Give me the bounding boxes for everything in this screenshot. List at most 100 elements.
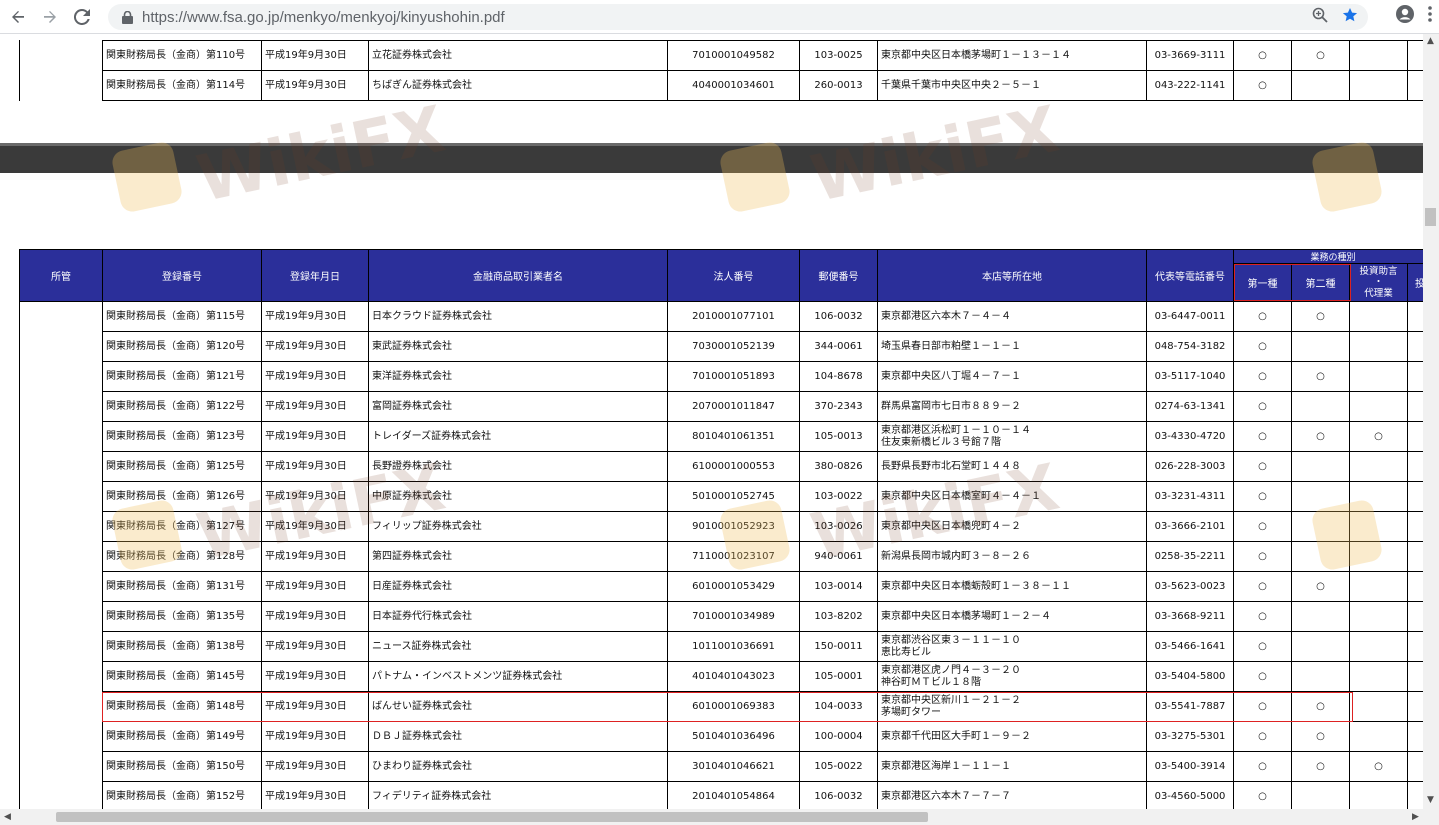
cell-company-name: パトナム・インベストメンツ証券株式会社 [368, 661, 668, 692]
cell-advisory [1349, 451, 1408, 482]
cell-advisory [1349, 631, 1408, 662]
cell-reg-date: 平成19年9月30日 [261, 751, 369, 782]
cell-advisory [1349, 571, 1408, 602]
table-row: 関東財務局長（金商）第110号 平成19年9月30日 立花証券株式会社 7010001… [102, 40, 1423, 71]
cell-reg-date: 平成19年9月30日 [261, 481, 369, 512]
reload-icon[interactable] [68, 3, 96, 31]
address-line-1: 東京都港区海岸１－１１－１ [881, 760, 1011, 772]
vertical-scroll-thumb[interactable] [1425, 208, 1436, 226]
cell-company-name: ちばぎん証券株式会社 [368, 70, 668, 101]
forward-icon[interactable] [36, 3, 64, 31]
cell-advisory: ○ [1349, 421, 1408, 452]
back-icon[interactable] [4, 3, 32, 31]
cell-advisory [1349, 781, 1408, 809]
cell-type1: ○ [1233, 631, 1292, 662]
lock-icon [120, 10, 134, 24]
cell-reg-date: 平成19年9月30日 [261, 601, 369, 632]
cell-type4 [1406, 391, 1423, 422]
cell-corp-number: 4040001034601 [667, 70, 800, 101]
cell-type4 [1406, 481, 1423, 512]
table-row: 関東財務局長（金商）第114号 平成19年9月30日 ちばぎん証券株式会社 40400… [102, 70, 1423, 101]
cell-phone: 03-6447-0011 [1146, 301, 1234, 332]
table-row: 関東財務局長（金商）第149号 平成19年9月30日 ＤＢＪ証券株式会社 501040… [19, 721, 1423, 752]
scroll-right-arrow-icon[interactable]: ▶ [1412, 812, 1419, 822]
cell-corp-number: 5010401036496 [667, 721, 800, 752]
table-row: 関東財務局長（金商）第135号 平成19年9月30日 日本証券代行株式会社 70100… [19, 601, 1423, 632]
cell-shokan [19, 451, 103, 482]
cell-advisory [1349, 331, 1408, 362]
cell-reg-date: 平成19年9月30日 [261, 331, 369, 362]
cell-zip: 940-0061 [799, 541, 878, 572]
scroll-left-arrow-icon[interactable]: ◀ [4, 812, 11, 822]
header-type4: 投 [1406, 263, 1423, 302]
cell-company-name: ニュース証券株式会社 [368, 631, 668, 662]
previous-page-table: 関東財務局長（金商）第110号 平成19年9月30日 立花証券株式会社 7010001… [102, 40, 1423, 101]
table-row: 関東財務局長（金商）第120号 平成19年9月30日 東武証券株式会社 7030001… [19, 331, 1423, 362]
cell-corp-number: 1011001036691 [667, 631, 800, 662]
address-line-1: 東京都港区六本木７－７－７ [881, 790, 1011, 802]
cell-type1: ○ [1233, 721, 1292, 752]
cell-reg-date: 平成19年9月30日 [261, 571, 369, 602]
cell-reg-date: 平成19年9月30日 [261, 40, 369, 71]
vertical-scrollbar[interactable]: ▲ ▼ [1423, 34, 1439, 809]
cell-reg-date: 平成19年9月30日 [261, 511, 369, 542]
cell-type1: ○ [1233, 781, 1292, 809]
scroll-up-arrow-icon[interactable]: ▲ [1427, 36, 1434, 46]
cell-type4 [1406, 661, 1423, 692]
cell-advisory [1349, 40, 1408, 71]
cell-reg-date: 平成19年9月30日 [261, 541, 369, 572]
address-line-1: 東京都中央区日本橋茅場町１－１３－１４ [881, 49, 1071, 61]
address-bar[interactable]: https://www.fsa.go.jp/menkyo/menkyoj/kin… [108, 4, 1368, 30]
table-row: 関東財務局長（金商）第152号 平成19年9月30日 フィデリティ証券株式会社 201… [19, 781, 1423, 809]
cell-reg-number: 関東財務局長（金商）第114号 [102, 70, 262, 101]
address-line-2: 恵比寿ビル [881, 646, 931, 658]
cell-reg-number: 関東財務局長（金商）第150号 [102, 751, 262, 782]
horizontal-scrollbar[interactable]: ◀ ▶ [0, 809, 1439, 825]
scroll-down-arrow-icon[interactable]: ▼ [1427, 795, 1434, 805]
address-line-1: 群馬県富岡市七日市８８９－２ [881, 400, 1021, 412]
cell-type4 [1406, 421, 1423, 452]
cell-type4 [1406, 751, 1423, 782]
cell-shokan [19, 481, 103, 512]
cell-type4 [1407, 70, 1423, 101]
zoom-icon[interactable] [1312, 7, 1328, 27]
cell-address: 東京都港区虎ノ門４－３－２０ 神谷町ＭＴビル１８階 [877, 661, 1147, 692]
cell-reg-date: 平成19年9月30日 [261, 721, 369, 752]
cell-type1: ○ [1233, 541, 1292, 572]
table-row: 関東財務局長（金商）第145号 平成19年9月30日 パトナム・インベストメンツ証券… [19, 661, 1423, 692]
cell-advisory [1349, 691, 1408, 722]
cell-zip: 105-0022 [799, 751, 878, 782]
cell-advisory [1349, 601, 1408, 632]
address-line-1: 千葉県千葉市中央区中央２－５－１ [881, 79, 1041, 91]
cell-zip: 100-0004 [799, 721, 878, 752]
cell-zip: 103-0026 [799, 511, 878, 542]
horizontal-scroll-thumb[interactable] [56, 812, 928, 822]
cell-company-name: 日本クラウド証券株式会社 [368, 301, 668, 332]
header-type1: 第一種 [1233, 263, 1292, 302]
cell-reg-date: 平成19年9月30日 [261, 631, 369, 662]
header-reg-number: 登録番号 [102, 249, 262, 302]
cell-reg-date: 平成19年9月30日 [261, 421, 369, 452]
cell-type1: ○ [1233, 361, 1292, 392]
menu-kebab-icon[interactable] [1427, 5, 1433, 27]
header-zip: 郵便番号 [799, 249, 878, 302]
cell-corp-number: 2010001077101 [667, 301, 800, 332]
cell-phone: 03-3668-9211 [1146, 601, 1234, 632]
cell-shokan [19, 301, 103, 332]
cell-advisory [1349, 721, 1408, 752]
header-advisory-line2: ・ [1373, 277, 1384, 288]
bookmark-star-icon[interactable] [1342, 7, 1358, 27]
table-row: 関東財務局長（金商）第125号 平成19年9月30日 長野證券株式会社 6100001… [19, 451, 1423, 482]
cell-type4 [1406, 691, 1423, 722]
cell-reg-date: 平成19年9月30日 [261, 70, 369, 101]
address-line-1: 東京都中央区新川１－２１－２ [881, 694, 1021, 706]
account-icon[interactable] [1395, 4, 1415, 28]
cell-zip: 380-0826 [799, 451, 878, 482]
cell-corp-number: 7030001052139 [667, 331, 800, 362]
cell-corp-number: 2010401054864 [667, 781, 800, 809]
cell-corp-number: 6100001000553 [667, 451, 800, 482]
address-line-1: 新潟県長岡市城内町３－８－２６ [881, 550, 1031, 562]
pdf-viewer[interactable]: 関東財務局長（金商）第110号 平成19年9月30日 立花証券株式会社 7010001… [0, 34, 1423, 809]
cell-type1: ○ [1233, 301, 1292, 332]
cell-type4 [1406, 631, 1423, 662]
